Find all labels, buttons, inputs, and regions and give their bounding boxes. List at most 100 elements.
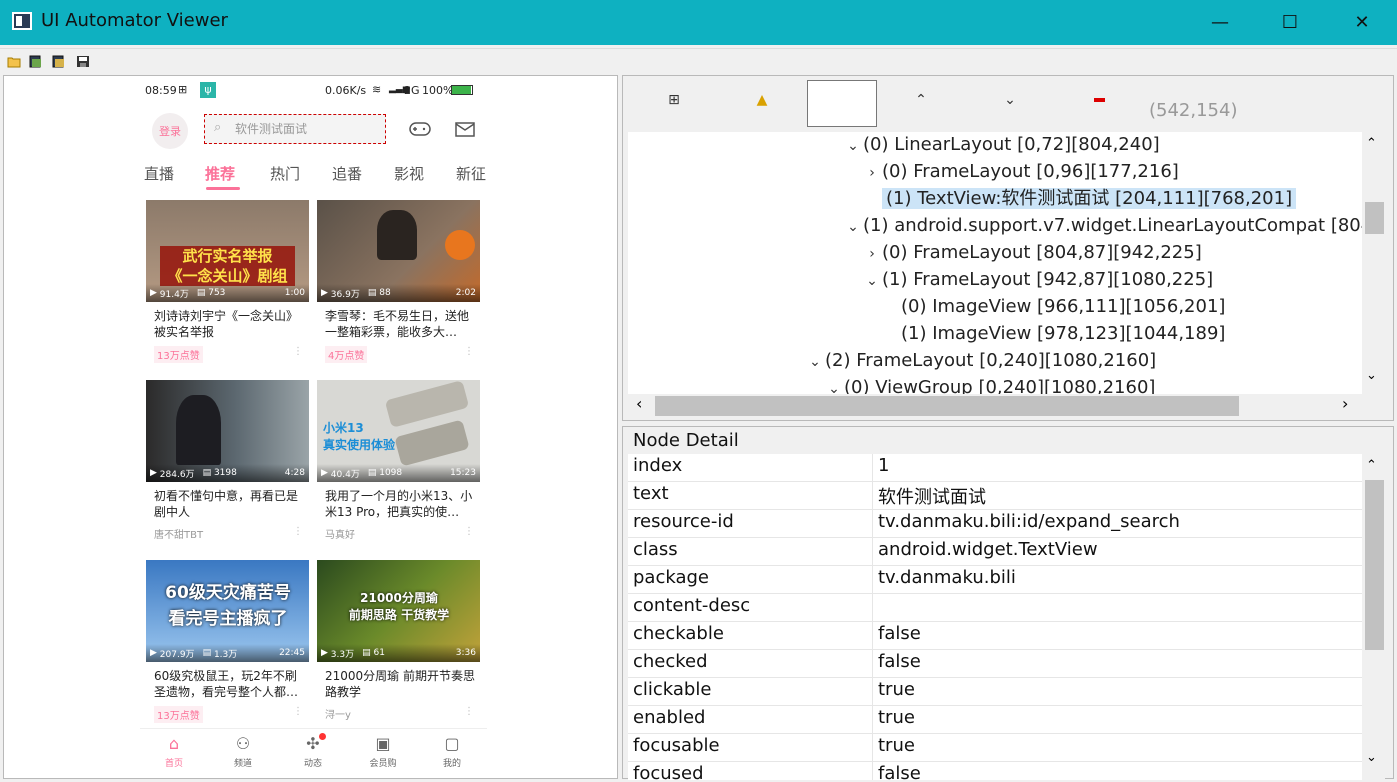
detail-row[interactable]: clickable true [628,678,1362,706]
scroll-down-icon[interactable]: ⌄ [1366,750,1377,765]
down-icon[interactable]: ⌄ [995,80,1025,120]
more-options-icon[interactable]: ⋮ [464,346,474,357]
minimize-button[interactable]: — [1197,0,1243,45]
tab-hot[interactable]: 热门 [270,163,300,184]
chevron-down-icon[interactable]: ⌄ [843,214,863,240]
detail-value: false [878,763,921,780]
tree-node-label: (2) FrameLayout [0,240][1080,2160] [825,350,1157,371]
scrollbar-thumb[interactable] [1365,202,1384,234]
scroll-up-icon[interactable]: ⌃ [1366,136,1377,151]
tree-vertical-scrollbar[interactable]: ⌃ ⌄ [1362,132,1385,394]
view-count: 3.3万 [330,649,355,660]
detail-row[interactable]: resource-id tv.danmaku.bili:id/expand_sea… [628,510,1362,538]
mail-icon[interactable] [455,122,475,137]
tree-node-label: (1) TextView:软件测试面试 [204,111][768,201] [882,188,1297,209]
device-screenshot-compressed-icon[interactable] [52,55,66,68]
tab-recommend[interactable]: 推荐 [205,163,235,184]
home-icon: ⌂ [168,734,180,753]
video-card[interactable]: 60级天灾痛苦号 看完号主播疯了 ▶ 207.9万 ▤ 1.3万 22:45 60级… [146,560,309,728]
chevron-down-icon[interactable]: ⌄ [862,268,882,294]
tab-live[interactable]: 直播 [144,163,174,184]
video-title: 刘诗诗刘宇宁《一念关山》被实名举报 [154,309,299,339]
nav-profile[interactable]: ▢ 我的 [422,735,482,770]
chevron-right-icon[interactable]: › [862,241,882,267]
tree-node[interactable]: ⌄ (0) ViewGroup [0,240][1080,2160] [824,375,1155,394]
device-screenshot-icon[interactable] [29,55,43,68]
detail-row[interactable]: checked false [628,650,1362,678]
scroll-down-icon[interactable]: ⌄ [1366,368,1377,383]
chevron-down-icon[interactable]: ⌄ [805,349,825,375]
tab-movies[interactable]: 影视 [394,163,424,184]
chevron-down-icon[interactable]: ⌄ [824,376,844,394]
scroll-up-icon[interactable]: ⌃ [1366,458,1377,473]
video-card[interactable]: ▶ 284.6万 ▤ 3198 4:28 初看不懂句中意，再看已是剧中人 唐不甜TB… [146,380,309,552]
column-divider [872,510,873,538]
video-card[interactable]: 21000分周瑜 前期思路 干货教学 ▶ 3.3万 ▤ 61 3:36 21000分… [317,560,480,728]
hierarchy-tree[interactable]: ⌄ (0) LinearLayout [0,72][804,240] › (0) F… [628,132,1362,394]
tree-node[interactable]: › (0) FrameLayout [804,87][942,225] [862,240,1202,266]
open-folder-icon[interactable] [7,55,21,68]
login-button[interactable]: 登录 [152,113,188,149]
tree-node[interactable]: ⌄ (0) LinearLayout [0,72][804,240] [843,132,1160,158]
close-button[interactable]: ✕ [1339,0,1385,45]
nav-vip-shop[interactable]: ▣ 会员购 [353,735,413,770]
chevron-down-icon[interactable]: ⌄ [843,133,863,159]
tree-node-label: (0) LinearLayout [0,72][804,240] [863,134,1160,155]
more-options-icon[interactable]: ⋮ [293,706,303,717]
nav-home[interactable]: ⌂ 首页 [144,734,204,770]
detail-row[interactable]: checkable false [628,622,1362,650]
video-thumbnail: ▶ 284.6万 ▤ 3198 4:28 [146,380,309,482]
up-icon[interactable]: ⌃ [906,80,936,120]
detail-row[interactable]: focused false [628,762,1362,780]
chevron-right-icon[interactable]: › [862,160,882,186]
more-options-icon[interactable]: ⋮ [464,706,474,717]
tree-node[interactable]: › (0) FrameLayout [0,96][177,216] [862,159,1179,185]
scrollbar-thumb[interactable] [1365,480,1384,650]
more-options-icon[interactable]: ⋮ [464,526,474,537]
phone-screen[interactable]: 08:59 ⊞ ψ 0.06K/s ≋ ▂▃▅ 2G 100% 登录 软件测试面… [140,79,487,775]
more-options-icon[interactable]: ⋮ [293,346,303,357]
toggle-nafs-icon[interactable] [807,80,877,127]
maximize-button[interactable]: ☐ [1267,0,1313,45]
detail-row[interactable]: index 1 [628,454,1362,482]
tab-new[interactable]: 新征 [456,163,486,184]
tree-node[interactable]: ⌄ (2) FrameLayout [0,240][1080,2160] [805,348,1156,374]
node-detail-title: Node Detail [633,430,739,451]
detail-value: 软件测试面试 [878,487,986,508]
scrollbar-thumb[interactable] [655,396,1239,416]
tree-node[interactable]: ⌄ (1) FrameLayout [942,87][1080,225] [862,267,1213,293]
tree-node-selected[interactable]: (1) TextView:软件测试面试 [204,111][768,201] [862,186,1297,212]
detail-row[interactable]: enabled true [628,706,1362,734]
detail-vertical-scrollbar[interactable]: ⌃ ⌄ [1362,454,1385,780]
node-detail-table[interactable]: index 1 text 软件测试面试 resource-id tv.danmaku.… [628,454,1362,780]
expand-all-icon[interactable]: ⊞ [659,80,689,120]
collapse-icon[interactable] [1084,80,1114,120]
detail-row[interactable]: focusable true [628,734,1362,762]
detail-row[interactable]: content-desc [628,594,1362,622]
warning-icon[interactable]: ▲ [747,80,777,120]
detail-row[interactable]: text 软件测试面试 [628,482,1362,510]
video-card[interactable]: ▶ 36.9万 ▤ 88 2:02 李雪琴：毛不易生日，送他一整箱彩票，能收多大… … [317,200,480,372]
detail-row[interactable]: class android.widget.TextView [628,538,1362,566]
comment-count: 1.3万 [213,649,238,660]
scroll-right-icon[interactable]: › [1342,394,1348,413]
more-options-icon[interactable]: ⋮ [293,526,303,537]
nav-channels[interactable]: ⚇ 频道 [213,735,273,770]
comment-icon: ▤ [367,468,380,478]
detail-row[interactable]: package tv.danmaku.bili [628,566,1362,594]
tab-anime[interactable]: 追番 [332,163,362,184]
view-count: 207.9万 [159,649,195,660]
tree-horizontal-scrollbar[interactable]: ‹ › [628,394,1362,416]
scroll-left-icon[interactable]: ‹ [636,394,642,413]
nav-dynamics[interactable]: ✣ 动态 [283,733,343,769]
video-duration: 1:00 [284,288,305,298]
detail-value: true [878,735,915,756]
tree-node[interactable]: (1) ImageView [978,123][1044,189] [881,321,1225,347]
video-card[interactable]: 小米13 真实使用体验 ▶ 40.4万 ▤ 1098 15:23 我用了一个月的小米… [317,380,480,552]
save-icon[interactable] [76,55,90,68]
tree-node[interactable]: (0) ImageView [966,111][1056,201] [881,294,1225,320]
search-input[interactable]: 软件测试面试 [204,114,386,144]
gamepad-icon[interactable] [409,121,431,137]
tree-node[interactable]: ⌄ (1) android.support.v7.widget.LinearLay… [843,213,1362,239]
video-card[interactable]: 武行实名举报 《一念关山》剧组 ▶ 91.4万 ▤ 753 1:00 刘诗诗刘宇宁《… [146,200,309,372]
